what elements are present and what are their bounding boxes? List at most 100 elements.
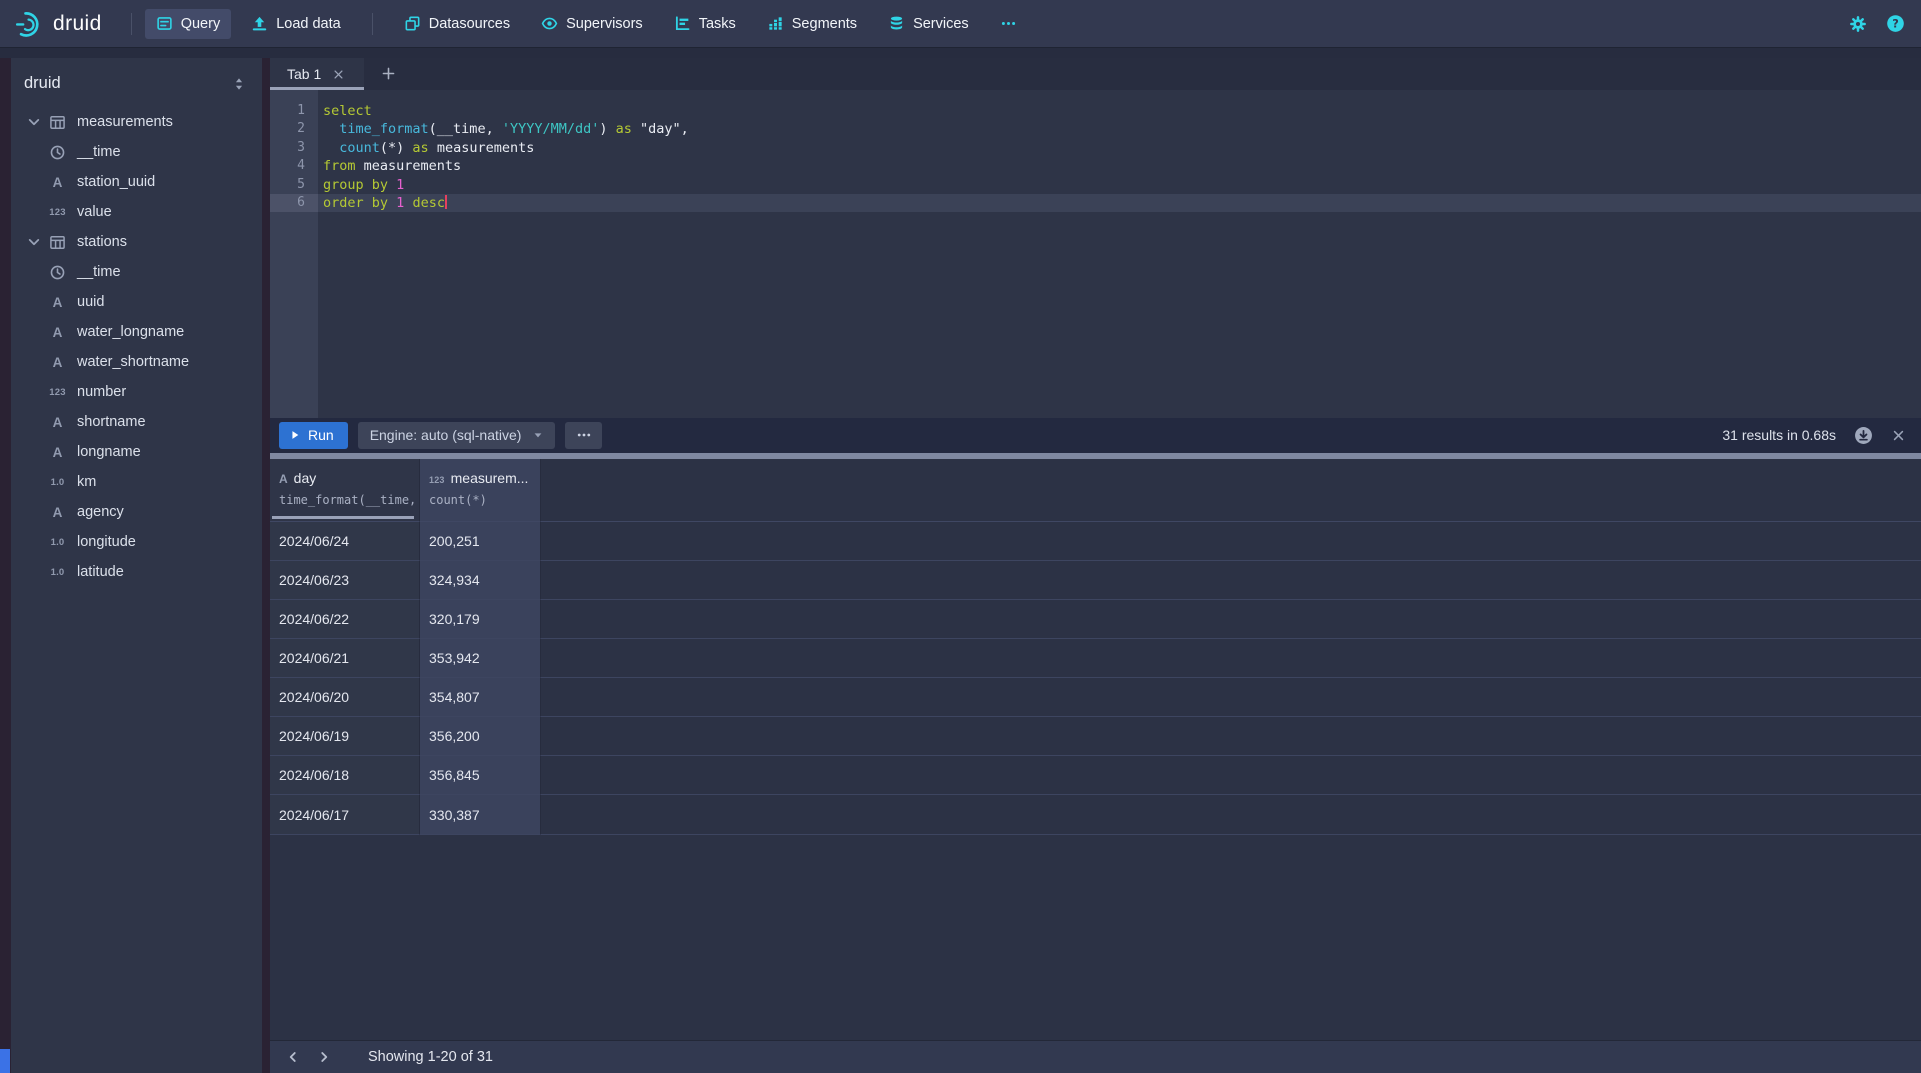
- sidebar-column-value[interactable]: 123value: [11, 197, 262, 227]
- download-icon[interactable]: [1854, 426, 1873, 445]
- sidebar-column-__time[interactable]: __time: [11, 257, 262, 287]
- string-type-icon: A: [49, 175, 66, 190]
- sidebar-table-measurements[interactable]: measurements: [11, 107, 262, 137]
- navbar: druid Query Load data Datasources Superviso…: [0, 0, 1921, 47]
- cell-measurements[interactable]: 353,942: [420, 639, 541, 678]
- code-line-6: 6order by 1 desc: [270, 194, 1921, 212]
- sidebar-column-water_shortname[interactable]: Awater_shortname: [11, 347, 262, 377]
- column-name: longitude: [77, 534, 136, 550]
- nav-item-datasources[interactable]: Datasources: [393, 9, 521, 39]
- row-filler: [541, 522, 1921, 561]
- nav-item-label: Segments: [792, 16, 857, 32]
- cell-day[interactable]: 2024/06/23: [270, 561, 420, 600]
- column-name: measurem...: [451, 470, 529, 486]
- bottom-left-indicator: [0, 1049, 10, 1073]
- sidebar-column-water_longname[interactable]: Awater_longname: [11, 317, 262, 347]
- sidebar-column-latitude[interactable]: 1.0latitude: [11, 557, 262, 587]
- column-title: A day: [279, 470, 419, 486]
- sidebar-column-agency[interactable]: Aagency: [11, 497, 262, 527]
- code-line-5: 5group by 1: [270, 176, 1921, 194]
- cell-measurements[interactable]: 320,179: [420, 600, 541, 639]
- play-icon: [289, 429, 301, 441]
- sidebar-column-__time[interactable]: __time: [11, 137, 262, 167]
- column-name: uuid: [77, 294, 104, 310]
- nav-item-supervisors[interactable]: Supervisors: [530, 9, 654, 39]
- sidebar-column-uuid[interactable]: Auuid: [11, 287, 262, 317]
- column-header-day[interactable]: A day time_format(__time, …: [270, 459, 420, 522]
- table-name: stations: [77, 234, 127, 250]
- cell-measurements[interactable]: 200,251: [420, 522, 541, 561]
- nav-item-segments[interactable]: Segments: [756, 9, 868, 39]
- close-tab-icon[interactable]: [332, 68, 345, 81]
- druid-logo-icon: [14, 9, 44, 39]
- cell-day[interactable]: 2024/06/20: [270, 678, 420, 717]
- sidebar-column-station_uuid[interactable]: Astation_uuid: [11, 167, 262, 197]
- string-type-icon: A: [49, 445, 66, 460]
- schema-selector[interactable]: druid: [11, 58, 262, 101]
- segments-icon: [767, 15, 784, 32]
- cell-measurements[interactable]: 356,845: [420, 756, 541, 795]
- gear-icon[interactable]: [1849, 15, 1867, 33]
- schema-sidebar: druid measurements__timeAstation_uuid123…: [11, 58, 262, 1073]
- druid-logo[interactable]: druid: [14, 9, 102, 39]
- cell-day[interactable]: 2024/06/22: [270, 600, 420, 639]
- cell-measurements[interactable]: 354,807: [420, 678, 541, 717]
- cell-measurements[interactable]: 330,387: [420, 795, 541, 834]
- cell-day[interactable]: 2024/06/24: [270, 522, 420, 561]
- column-name: number: [77, 384, 126, 400]
- nav-item-query[interactable]: Query: [145, 9, 232, 39]
- results-table: A day time_format(__time, … 123 measurem…: [270, 459, 1921, 1040]
- sidebar-table-stations[interactable]: stations: [11, 227, 262, 257]
- sidebar-column-km[interactable]: 1.0km: [11, 467, 262, 497]
- next-page-icon[interactable]: [313, 1046, 335, 1068]
- prev-page-icon[interactable]: [282, 1046, 304, 1068]
- cell-day[interactable]: 2024/06/17: [270, 795, 420, 834]
- run-button[interactable]: Run: [279, 422, 348, 449]
- query-more-button[interactable]: [565, 422, 602, 449]
- nav-item-more[interactable]: [989, 9, 1028, 39]
- row-filler: [541, 678, 1921, 717]
- row-filler: [541, 639, 1921, 678]
- nav-item-label: Services: [913, 16, 969, 32]
- cell-measurements[interactable]: 324,934: [420, 561, 541, 600]
- string-type-icon: A: [49, 505, 66, 520]
- sidebar-column-longname[interactable]: Alongname: [11, 437, 262, 467]
- cell-day[interactable]: 2024/06/19: [270, 717, 420, 756]
- pagination-bar: Showing 1-20 of 31: [270, 1040, 1921, 1073]
- cell-day[interactable]: 2024/06/21: [270, 639, 420, 678]
- table-icon: [49, 234, 66, 251]
- nav-item-label: Load data: [276, 16, 341, 32]
- more-icon: [1000, 15, 1017, 32]
- long-type-icon: 123: [49, 387, 66, 398]
- sidebar-column-shortname[interactable]: Ashortname: [11, 407, 262, 437]
- sql-editor[interactable]: 1select2 time_format(__time, 'YYYY/MM/dd…: [270, 90, 1921, 418]
- string-type-icon: A: [49, 355, 66, 370]
- tab-1[interactable]: Tab 1: [270, 58, 364, 90]
- column-header-measurements[interactable]: 123 measurem... count(*): [420, 459, 541, 522]
- cell-day[interactable]: 2024/06/18: [270, 756, 420, 795]
- help-icon[interactable]: ?: [1886, 14, 1905, 33]
- nav-item-services[interactable]: Services: [877, 9, 980, 39]
- run-button-label: Run: [308, 427, 334, 443]
- engine-select-button[interactable]: Engine: auto (sql-native): [358, 422, 556, 449]
- table-name: measurements: [77, 114, 173, 130]
- text-cursor: [445, 195, 447, 209]
- nav-item-load-data[interactable]: Load data: [240, 9, 352, 39]
- nav-item-label: Tasks: [699, 16, 736, 32]
- nav-item-label: Supervisors: [566, 16, 643, 32]
- double-type-icon: 1.0: [49, 477, 66, 488]
- sidebar-column-longitude[interactable]: 1.0longitude: [11, 527, 262, 557]
- chevron-down-icon: [26, 114, 42, 130]
- clock-icon: [49, 264, 66, 281]
- column-name: agency: [77, 504, 124, 520]
- close-results-icon[interactable]: [1891, 428, 1906, 443]
- nav-item-tasks[interactable]: Tasks: [663, 9, 747, 39]
- svg-text:?: ?: [1892, 17, 1899, 30]
- tasks-icon: [674, 15, 691, 32]
- navbar-divider: [131, 13, 132, 35]
- new-tab-icon[interactable]: [381, 66, 396, 81]
- table-row: 2024/06/19356,200: [270, 717, 1921, 756]
- sidebar-column-number[interactable]: 123 number: [11, 377, 262, 407]
- cell-measurements[interactable]: 356,200: [420, 717, 541, 756]
- column-name: __time: [77, 144, 121, 160]
